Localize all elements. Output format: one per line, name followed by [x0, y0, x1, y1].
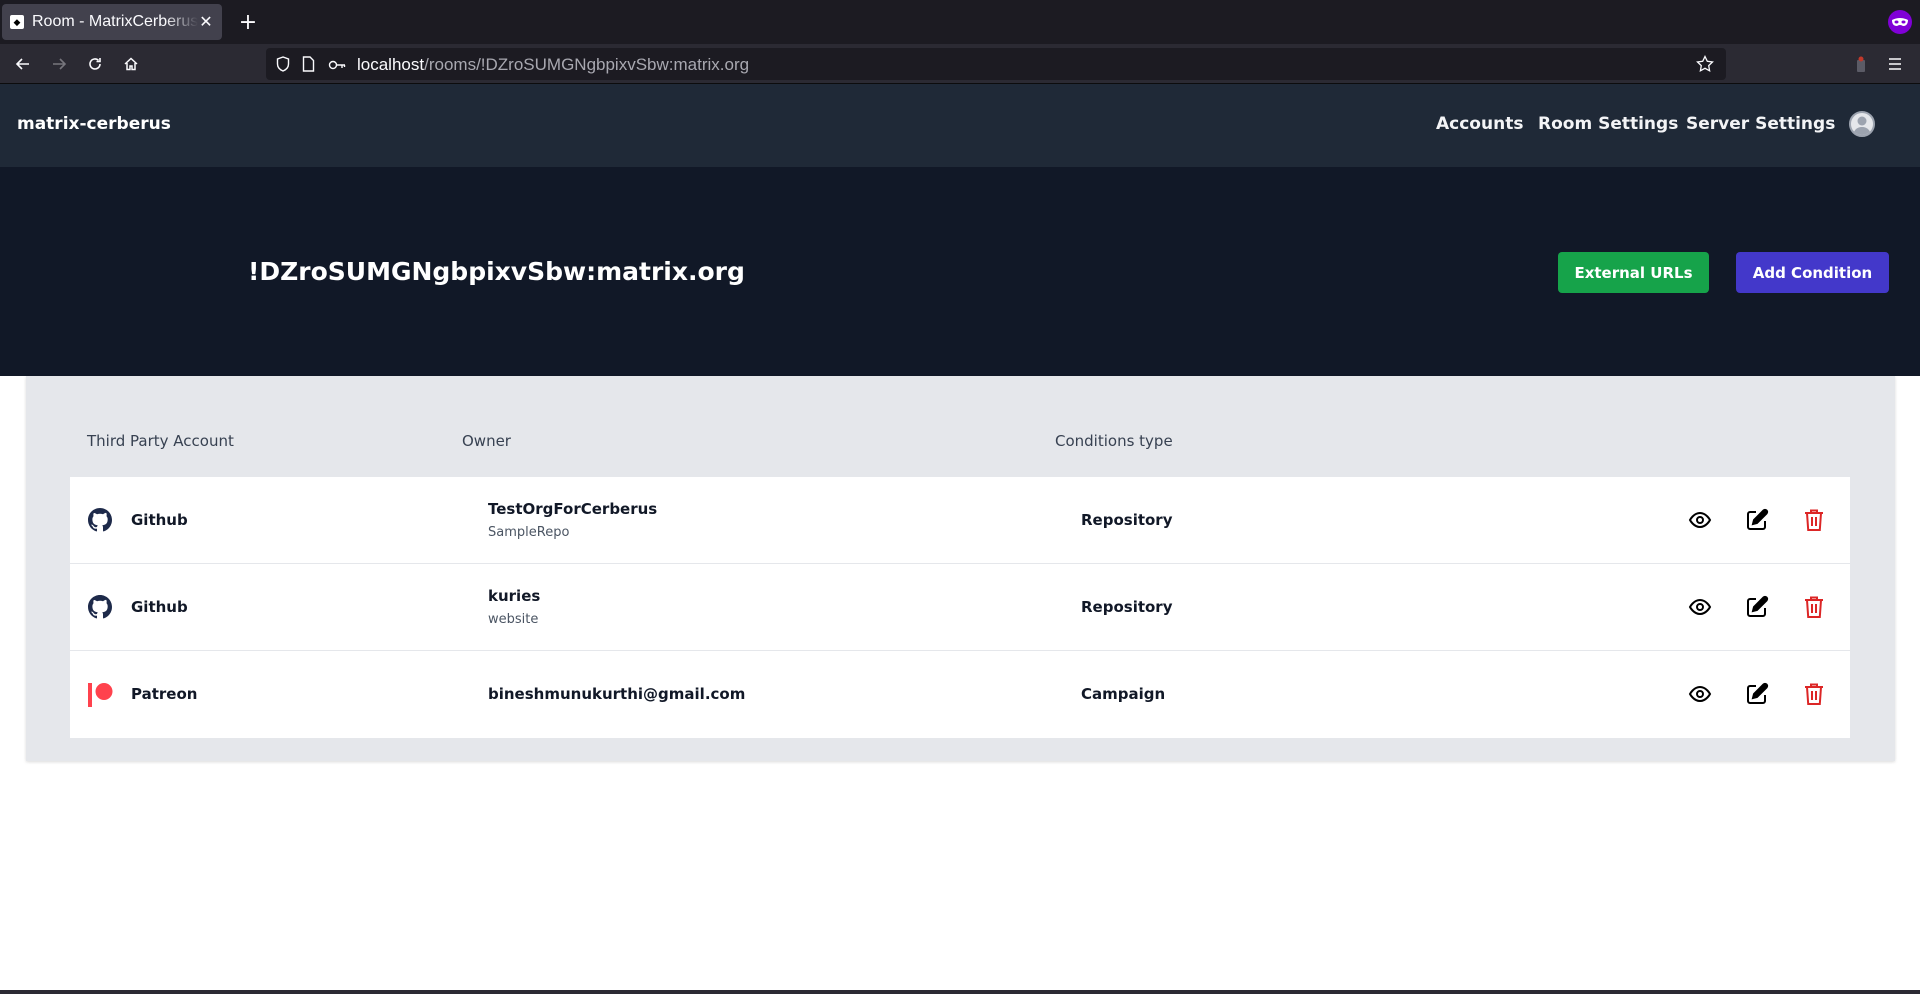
favicon-icon: ◆ [10, 15, 24, 29]
github-icon [88, 508, 112, 532]
shield-icon[interactable] [276, 56, 290, 76]
menu-icon[interactable] [1881, 50, 1909, 78]
room-hero: !DZroSUMGNgbpixvSbw:matrix.org External … [0, 167, 1920, 376]
url-path: /rooms/!DZroSUMGNgbpixvSbw:matrix.org [424, 55, 750, 74]
owner-name: bineshmunukurthi@gmail.com [488, 685, 746, 703]
external-urls-button[interactable]: External URLs [1558, 252, 1709, 293]
owner-repo: SampleRepo [488, 525, 570, 540]
edit-icon[interactable] [1744, 507, 1770, 533]
provider-name: Github [131, 598, 188, 616]
owner-name: kuries [488, 587, 541, 605]
condition-type: Campaign [1081, 685, 1166, 703]
reload-icon[interactable] [81, 50, 109, 78]
home-icon[interactable] [117, 50, 145, 78]
url-host: localhost [357, 55, 425, 74]
view-eye-icon[interactable] [1687, 594, 1713, 620]
table-body: Github TestOrgForCerberus SampleRepo Rep… [70, 477, 1850, 738]
conditions-table: Third Party Account Owner Conditions typ… [26, 376, 1895, 761]
app-header: matrix-cerberus Accounts Room Settings S… [0, 84, 1920, 167]
nav-room-settings[interactable]: Room Settings [1538, 114, 1678, 134]
header-third-party-account: Third Party Account [87, 432, 234, 450]
table-row: Patreon bineshmunukurthi@gmail.com Campa… [70, 651, 1850, 738]
condition-type: Repository [1081, 598, 1173, 616]
key-icon[interactable] [328, 57, 346, 76]
browser-tab[interactable]: ◆ Room - MatrixCerberus ✕ [2, 4, 222, 40]
page-icon[interactable] [302, 56, 315, 76]
bottom-edge [0, 990, 1920, 994]
url-text: localhost/rooms/!DZroSUMGNgbpixvSbw:matr… [357, 55, 749, 75]
nav-accounts[interactable]: Accounts [1436, 114, 1523, 134]
nav-server-settings[interactable]: Server Settings [1686, 114, 1835, 134]
view-eye-icon[interactable] [1687, 681, 1713, 707]
header-owner: Owner [462, 432, 511, 450]
provider-name: Github [131, 511, 188, 529]
browser-tab-bar: ◆ Room - MatrixCerberus ✕ + [0, 0, 1920, 44]
owner-name: TestOrgForCerberus [488, 500, 658, 518]
delete-trash-icon[interactable] [1801, 594, 1827, 620]
patreon-icon [88, 682, 113, 707]
github-icon [88, 595, 112, 619]
delete-trash-icon[interactable] [1801, 507, 1827, 533]
header-conditions-type: Conditions type [1055, 432, 1173, 450]
add-condition-button[interactable]: Add Condition [1736, 252, 1889, 293]
browser-toolbar: localhost/rooms/!DZroSUMGNgbpixvSbw:matr… [0, 44, 1920, 84]
owner-repo: website [488, 612, 539, 627]
bookmark-star-icon[interactable] [1696, 54, 1714, 77]
room-id-title: !DZroSUMGNgbpixvSbw:matrix.org [248, 257, 745, 286]
brand-logo-text[interactable]: matrix-cerberus [17, 114, 171, 134]
back-icon[interactable] [9, 50, 37, 78]
forward-icon[interactable] [45, 50, 73, 78]
tab-title: Room - MatrixCerberus [32, 13, 198, 30]
new-tab-button[interactable]: + [234, 8, 262, 36]
condition-type: Repository [1081, 511, 1173, 529]
url-bar[interactable]: localhost/rooms/!DZroSUMGNgbpixvSbw:matr… [266, 48, 1726, 80]
edit-icon[interactable] [1744, 681, 1770, 707]
provider-name: Patreon [131, 685, 198, 703]
table-row: Github kuries website Repository [70, 564, 1850, 651]
delete-trash-icon[interactable] [1801, 681, 1827, 707]
table-row: Github TestOrgForCerberus SampleRepo Rep… [70, 477, 1850, 564]
view-eye-icon[interactable] [1687, 507, 1713, 533]
user-avatar-icon[interactable] [1849, 111, 1875, 137]
close-tab-icon[interactable]: ✕ [198, 12, 214, 32]
extension-icon[interactable] [1847, 50, 1875, 78]
private-browsing-icon [1888, 10, 1912, 34]
edit-icon[interactable] [1744, 594, 1770, 620]
